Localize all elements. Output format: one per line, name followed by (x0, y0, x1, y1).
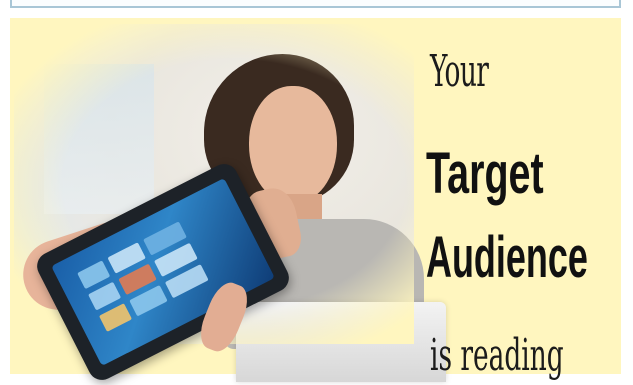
tagline-is-reading: is reading (430, 330, 564, 381)
tagline-text: Your Target Audience is reading (424, 18, 621, 381)
tagline-audience: Audience (426, 225, 588, 290)
tagline-your: Your (430, 46, 489, 97)
app-tile (98, 303, 133, 332)
top-frame-strip (10, 0, 621, 8)
tagline-target: Target (426, 141, 544, 206)
